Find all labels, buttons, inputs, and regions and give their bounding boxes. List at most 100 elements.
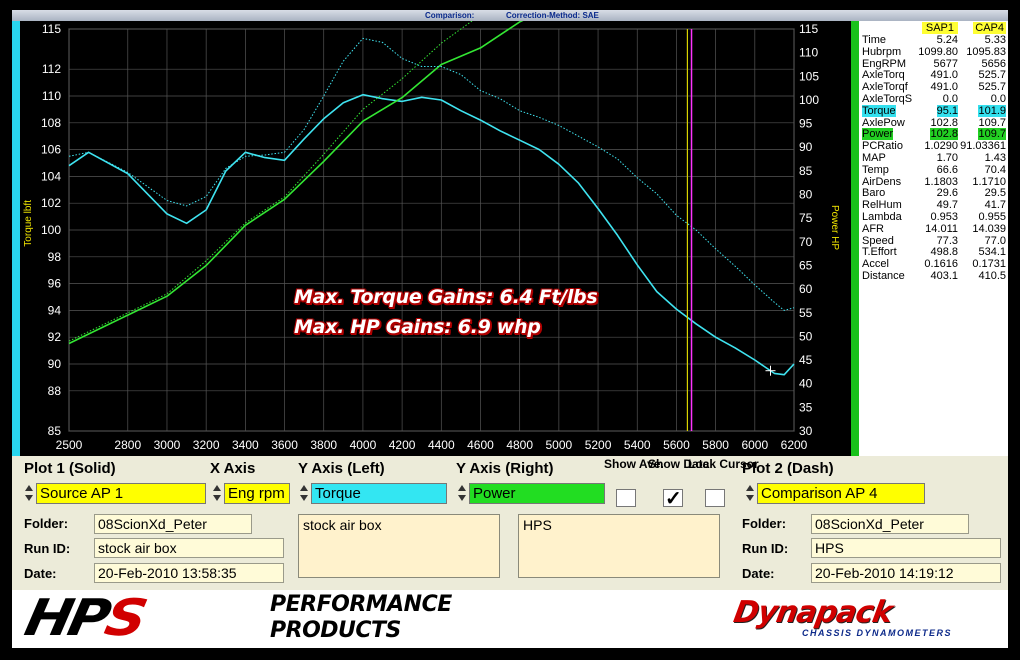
data-row-value-1: 14.011: [925, 222, 958, 235]
y-right-tick-label: 45: [799, 353, 813, 367]
left-axis-bar: [12, 21, 20, 456]
dyno-chart[interactable]: 2500 2800 3000 3200 3400 3600 3800 4000 4200 4400…: [20, 21, 851, 456]
plot2-notes[interactable]: HPS: [518, 514, 720, 578]
x-tick-label: 3800: [310, 438, 337, 452]
data-row-value-1: 0.0: [942, 93, 958, 105]
data-row-value-2: 1.43: [984, 152, 1006, 164]
data-row-value-1: 1.70: [936, 152, 958, 164]
data-row-value-1: 0.953: [930, 211, 958, 223]
data-row-name: AxleTorqS: [862, 93, 913, 105]
data-row-name: Distance: [862, 270, 905, 282]
data-row: Speed 77.3 77.0: [859, 235, 1008, 247]
x-tick-label: 3200: [193, 438, 220, 452]
x-tick-label: 4800: [506, 438, 533, 452]
torque-gains-text: Max. Torque Gains: 6.4 Ft/lbs: [294, 286, 598, 308]
data-row-value-2: 41.7: [984, 199, 1006, 212]
y-right-tick-label: 95: [799, 117, 813, 131]
y-left-tick-label: 98: [48, 250, 62, 264]
plot1-source-select[interactable]: Source AP 1: [36, 483, 206, 504]
lock-cursor-checkbox[interactable]: [705, 489, 725, 507]
data-row: Power 102.8 109.7: [859, 128, 1008, 141]
y-left-tick-label: 94: [48, 303, 62, 317]
plot2-folder-field[interactable]: 08ScionXd_Peter: [811, 514, 969, 534]
yleft-select[interactable]: Torque: [311, 483, 447, 504]
data-row-value-1: 102.8: [930, 128, 958, 141]
data-row-value-1: 1.1803: [924, 175, 958, 188]
plot2-date-field[interactable]: 20-Feb-2010 14:19:12: [811, 563, 1001, 583]
data-row-value-1: 0.1616: [924, 258, 958, 271]
data-row-name: Time: [862, 34, 887, 46]
plot2-runid-field[interactable]: HPS: [811, 538, 1001, 558]
y-right-tick-label: 100: [799, 93, 819, 107]
data-row: T.Effort 498.8 534.1: [859, 246, 1008, 258]
data-row: Torque 95.1 101.9: [859, 104, 1008, 117]
y-right-tick-label: 35: [799, 400, 813, 414]
data-row-name: Torque: [862, 104, 896, 117]
hps-logo-hp: HP: [19, 589, 113, 648]
data-row-value-2: 109.7: [978, 128, 1006, 141]
data-row: Temp 66.6 70.4: [859, 164, 1008, 176]
data-row-name: RelHum: [862, 199, 902, 212]
plot1-runid-label: Run ID:: [24, 541, 71, 556]
footer-branding: HPS PERFORMANCE PRODUCTS Dynapack CHASSI…: [12, 589, 1008, 648]
x-tick-label: 3400: [232, 438, 259, 452]
data-row-name: PCRatio: [862, 140, 903, 153]
x-tick-label: 4000: [350, 438, 377, 452]
y-axis-left-label: Torque lbft: [23, 200, 34, 247]
x-tick-label: 6000: [741, 438, 768, 452]
data-row-value-1: 66.6: [936, 163, 958, 176]
correction-method: Correction-Method: SAE: [506, 11, 599, 20]
plot1-notes[interactable]: stock air box: [298, 514, 500, 578]
y-left-tick-label: 110: [42, 89, 61, 103]
plot2-source-select[interactable]: Comparison AP 4: [757, 483, 925, 504]
xaxis-spinner[interactable]: [212, 483, 222, 504]
data-row: AxleTorq 491.0 525.7: [859, 69, 1008, 81]
plot1-date-field[interactable]: 20-Feb-2010 13:58:35: [94, 563, 284, 583]
data-row-value-2: 77.0: [984, 234, 1006, 247]
plot1-folder-field[interactable]: 08ScionXd_Peter: [94, 514, 252, 534]
xaxis-select[interactable]: Eng rpm: [224, 483, 290, 504]
data-row: AxlePow 102.8 109.7: [859, 117, 1008, 129]
plot2-label: Plot 2 (Dash): [742, 460, 834, 477]
y-right-tick-label: 110: [799, 46, 818, 60]
data-row-value-2: 525.7: [978, 81, 1006, 94]
plot1-label: Plot 1 (Solid): [24, 460, 116, 477]
data-row-name: MAP: [862, 152, 886, 164]
x-tick-label: 5800: [702, 438, 729, 452]
data-row-value-2: 410.5: [978, 270, 1006, 282]
show-ave-checkbox[interactable]: [616, 489, 636, 507]
data-row: MAP 1.70 1.43: [859, 152, 1008, 164]
y-right-tick-label: 75: [799, 211, 813, 225]
dynapack-logo: Dynapack: [731, 595, 895, 630]
data-row-value-1: 49.7: [936, 199, 958, 212]
plot1-source-spinner[interactable]: [24, 483, 34, 504]
data-row-value-1: 491.0: [930, 69, 958, 82]
plot1-runid-field[interactable]: stock air box: [94, 538, 284, 558]
data-row: AirDens 1.1803 1.1710: [859, 176, 1008, 188]
y-right-tick-label: 105: [799, 69, 819, 83]
data-row-value-2: 525.7: [978, 69, 1006, 82]
plot2-source-spinner[interactable]: [745, 483, 755, 504]
data-row-value-1: 5677: [933, 57, 958, 70]
data-row: AxleTorqf 491.0 525.7: [859, 81, 1008, 93]
yright-select[interactable]: Power: [469, 483, 605, 504]
xaxis-label: X Axis: [210, 460, 256, 477]
data-row-value-2: 1095.83: [966, 45, 1006, 58]
show-data-label: Show Data: [648, 457, 710, 471]
data-row: EngRPM 5677 5656: [859, 58, 1008, 70]
y-right-tick-label: 30: [799, 424, 813, 438]
yleft-spinner[interactable]: [299, 483, 309, 504]
x-tick-label: 4600: [467, 438, 494, 452]
data-table: SAP1 CAP4 Time 5.24 5.33 Hubrpm 1099.80 1095.…: [859, 21, 1008, 456]
y-right-tick-label: 65: [799, 258, 813, 272]
yleft-label: Y Axis (Left): [298, 460, 385, 477]
y-left-tick-label: 108: [41, 116, 61, 130]
yright-spinner[interactable]: [457, 483, 467, 504]
data-row-value-1: 95.1: [936, 104, 958, 117]
data-row-value-2: 5.33: [984, 34, 1006, 46]
hp-gains-text: Max. HP Gains: 6.9 whp: [294, 316, 541, 338]
data-row-name: Lambda: [862, 211, 902, 223]
x-tick-label: 5000: [546, 438, 573, 452]
show-data-checkbox[interactable]: [663, 486, 683, 511]
data-row-value-2: 0.955: [978, 211, 1006, 223]
